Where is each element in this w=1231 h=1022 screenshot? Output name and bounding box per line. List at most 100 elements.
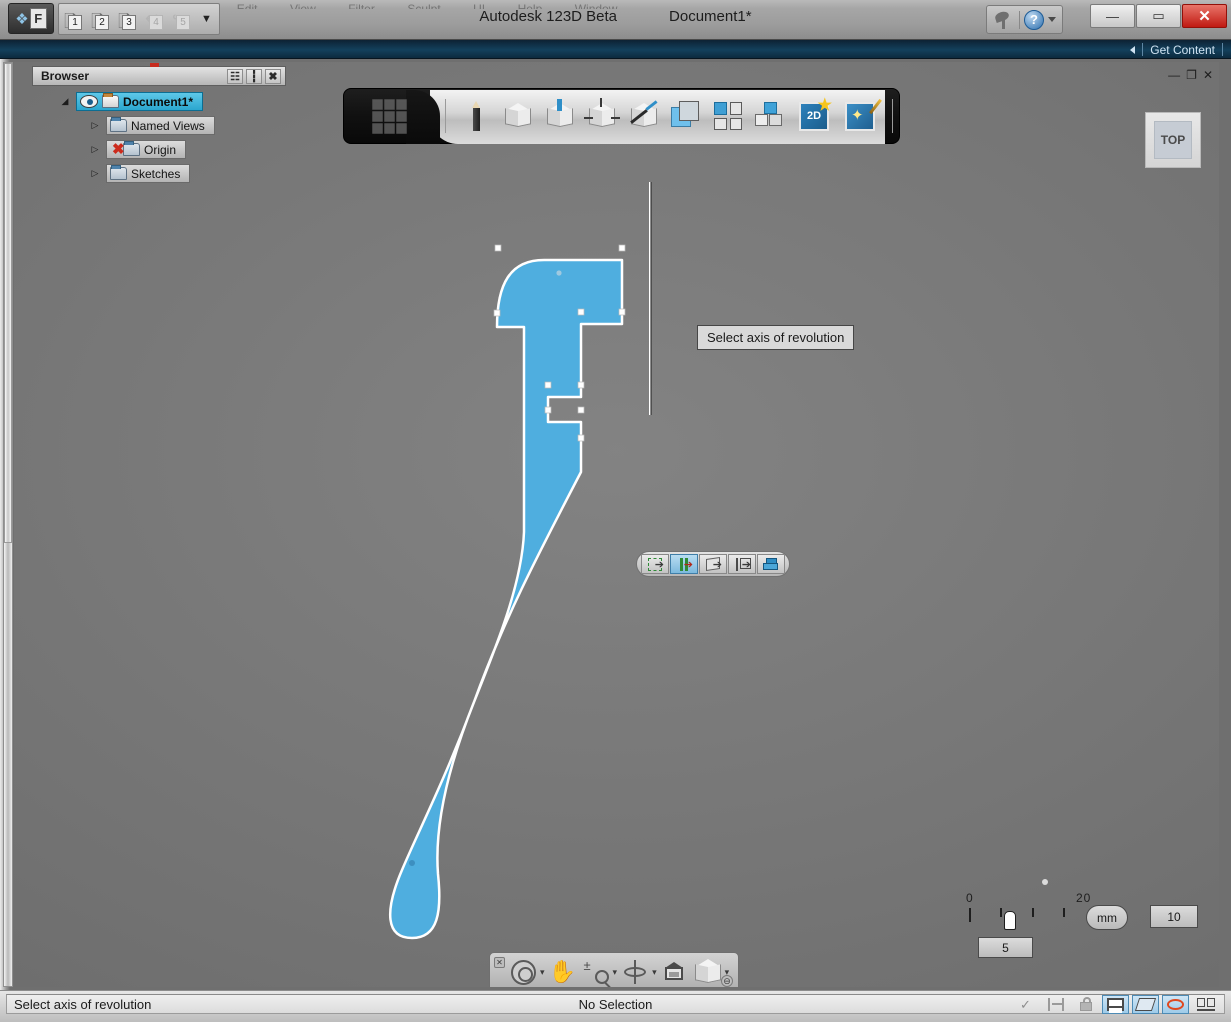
minimize-button[interactable]: —	[1090, 4, 1135, 28]
toolbar-combine-tool[interactable]	[668, 96, 704, 136]
collapse-left-icon[interactable]	[1130, 46, 1135, 54]
cube-logo-icon	[368, 96, 408, 136]
grid-divisions-value[interactable]: 10	[1150, 905, 1198, 928]
toolbar-2d-tool[interactable]: 2D ★	[794, 96, 834, 136]
lock-icon[interactable]	[1072, 995, 1099, 1014]
toolbar-assembly-tool[interactable]	[752, 96, 788, 136]
window-controls: — ▭ ✕	[1090, 4, 1227, 28]
pan-button[interactable]: ✋	[548, 958, 578, 986]
grid-icon	[714, 102, 742, 130]
tooltip: Select axis of revolution	[697, 325, 854, 350]
toolbar-edit-tool[interactable]	[626, 96, 662, 136]
visibility-eye-icon[interactable]	[80, 95, 98, 108]
scrollbar-thumb[interactable]	[4, 63, 12, 543]
app-logo-icon: ❖	[15, 10, 28, 28]
navbar-close-button[interactable]: ✕	[494, 957, 505, 968]
ruler-tick	[1063, 908, 1065, 917]
browser-close-button[interactable]: ✖	[265, 69, 281, 84]
divider	[1019, 11, 1020, 29]
qat-save-document-button[interactable]: 🗋 3	[116, 6, 142, 32]
cursor-icon: ➔	[684, 558, 693, 571]
qat-open-document-button[interactable]: 🗋 2	[89, 6, 115, 32]
grid-toggle[interactable]	[1132, 995, 1159, 1014]
select-body-button[interactable]	[757, 554, 785, 574]
chevron-down-icon[interactable]: ▾	[613, 967, 618, 978]
toolbar-magic-tool[interactable]	[840, 96, 880, 136]
cursor-icon: ➔	[742, 558, 751, 571]
tree-item-sketches[interactable]: ▷ Sketches	[32, 163, 292, 184]
get-content-bar: Get Content	[0, 40, 1231, 59]
chevron-down-icon[interactable]: ▾	[540, 967, 545, 978]
divider	[1222, 43, 1223, 56]
look-at-button[interactable]	[660, 958, 690, 986]
orbit-button[interactable]: ▾	[620, 958, 657, 986]
zoom-button[interactable]: ± ▾	[581, 958, 618, 986]
document-window-controls: — ❐ ✕	[1168, 68, 1213, 82]
satellite-dish-icon[interactable]	[993, 10, 1015, 30]
menu-item[interactable]: Sculpt	[407, 5, 440, 9]
qat-dropdown-button[interactable]: ▼	[197, 13, 216, 25]
select-edge-button[interactable]: ➔	[670, 554, 698, 574]
chevron-down-icon[interactable]: ▾	[652, 967, 657, 978]
vertical-scrollbar[interactable]	[3, 62, 13, 987]
select-plane-button[interactable]: ➔	[728, 554, 756, 574]
grid-scale-slider[interactable]	[1004, 911, 1016, 930]
qat-redo-button[interactable]: ↪ 5	[170, 6, 196, 32]
tree-item-label: Sketches	[131, 167, 180, 181]
get-content-link[interactable]: Get Content	[1150, 43, 1215, 57]
doc-restore-button[interactable]: ❐	[1186, 68, 1197, 82]
menu-item[interactable]: Help	[518, 5, 543, 9]
cube-arrows-icon	[589, 103, 615, 129]
tree-item-named-views[interactable]: ▷ Named Views	[32, 115, 292, 136]
select-window-button[interactable]: ➔	[641, 554, 669, 574]
qat-new-document-button[interactable]: 🗋 1	[62, 6, 88, 32]
browser-autohide-button[interactable]: ┇	[246, 69, 262, 84]
toolbar-pattern-tool[interactable]	[710, 96, 746, 136]
expand-arrow-icon[interactable]: ◢	[54, 96, 76, 107]
menu-item[interactable]: Window	[575, 5, 618, 9]
toolbar-modify-tool[interactable]	[584, 96, 620, 136]
tree-item-document[interactable]: ◢ Document1*	[32, 91, 292, 112]
constraint-check-icon[interactable]: ✓	[1012, 995, 1039, 1014]
expand-arrow-icon[interactable]: ▷	[84, 120, 106, 131]
application-menu-button[interactable]: ❖ F	[8, 3, 54, 34]
toolbar-construct-tool[interactable]	[542, 96, 578, 136]
maximize-button[interactable]: ▭	[1136, 4, 1181, 28]
view-cube-face-label[interactable]: TOP	[1154, 121, 1192, 159]
viewport-canvas[interactable]: Browser ☷ ┇ ✖ ◢ Document1* ▷	[14, 62, 1219, 987]
menu-item[interactable]: Edit	[237, 5, 258, 9]
close-button[interactable]: ✕	[1182, 4, 1227, 28]
snap-toggle[interactable]	[1102, 995, 1129, 1014]
tree-item-label: Named Views	[131, 119, 205, 133]
qat-undo-button[interactable]: ↩ 4	[143, 6, 169, 32]
two-squares-icon	[671, 101, 701, 131]
doc-minimize-button[interactable]: —	[1168, 68, 1180, 82]
menu-item[interactable]: Filter	[348, 5, 375, 9]
expand-arrow-icon[interactable]: ▷	[84, 168, 106, 179]
view-cube[interactable]: TOP	[1145, 112, 1201, 168]
grid-spacing-value[interactable]: 5	[978, 937, 1033, 958]
snap-icon	[1107, 998, 1124, 1011]
menu-item[interactable]: UI	[473, 5, 485, 9]
dual-view-toggle[interactable]	[1192, 995, 1219, 1014]
browser-grid-view-button[interactable]: ☷	[227, 69, 243, 84]
tree-item-origin[interactable]: ▷ ✖ Origin	[32, 139, 292, 160]
qat-number: 2	[95, 15, 109, 30]
cube-icon	[505, 103, 531, 129]
unit-button[interactable]: mm	[1086, 905, 1128, 930]
toolbar-sketch-tool[interactable]	[458, 96, 494, 136]
pencil-icon	[472, 101, 481, 131]
qat-number: 3	[122, 15, 136, 30]
origin-dot-icon	[1042, 879, 1048, 885]
dimension-icon[interactable]	[1042, 995, 1069, 1014]
orbit-toggle[interactable]	[1162, 995, 1189, 1014]
toolbar-primitives-tool[interactable]	[500, 96, 536, 136]
navbar-minimize-button[interactable]: ⊖	[721, 975, 733, 987]
expand-arrow-icon[interactable]: ▷	[84, 144, 106, 155]
doc-close-button[interactable]: ✕	[1203, 68, 1213, 82]
help-icon[interactable]: ?	[1024, 10, 1044, 30]
chevron-down-icon[interactable]	[1048, 17, 1056, 22]
menu-item[interactable]: View	[290, 5, 316, 9]
select-face-button[interactable]: ➔	[699, 554, 727, 574]
steering-wheel-button[interactable]: ▾	[508, 958, 545, 986]
